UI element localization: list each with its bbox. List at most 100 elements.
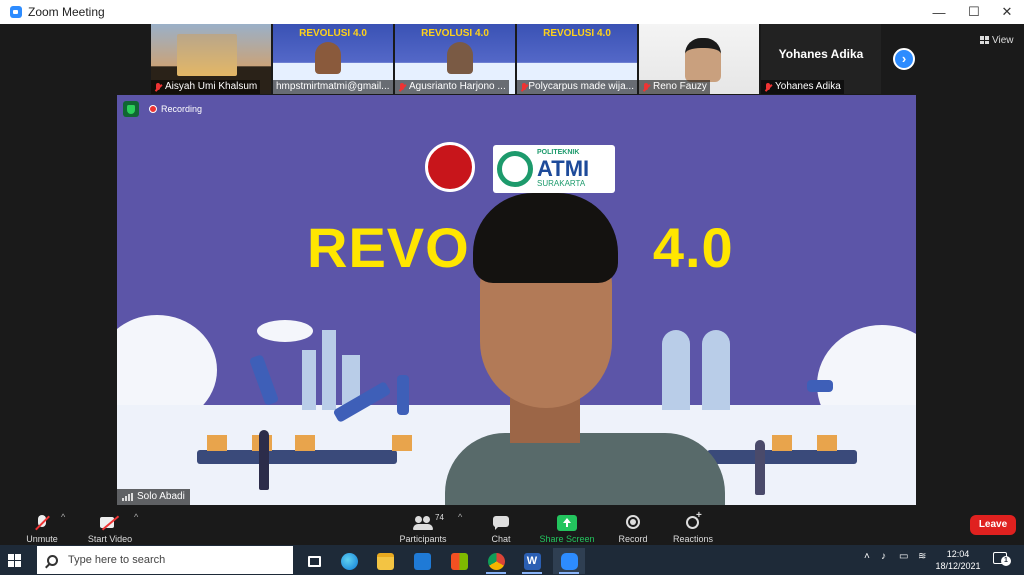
slide-title-start: REVO — [307, 216, 470, 279]
edge-icon[interactable] — [333, 548, 365, 574]
start-video-label: Start Video — [87, 534, 133, 544]
search-input[interactable] — [68, 554, 268, 566]
search-icon — [47, 554, 58, 566]
participants-options-caret[interactable]: ^ — [458, 512, 462, 522]
video-off-icon — [100, 515, 120, 531]
volume-icon[interactable]: ♪ — [881, 551, 886, 562]
logo-text-bottom: SURAKARTA — [537, 179, 586, 188]
maximize-button[interactable]: ☐ — [957, 0, 991, 24]
participants-button[interactable]: 74 Participants — [397, 508, 449, 544]
cloud-decoration — [257, 320, 313, 342]
conveyor-belt — [197, 450, 397, 464]
task-view-icon[interactable] — [298, 548, 330, 574]
participant-display-name: Yohanes Adika — [778, 47, 864, 61]
chrome-icon[interactable] — [480, 548, 512, 574]
share-screen-button[interactable]: Share Screen — [538, 508, 596, 544]
participants-label: Participants — [399, 534, 447, 544]
unmute-button[interactable]: Unmute — [22, 508, 62, 544]
store-icon[interactable] — [443, 548, 475, 574]
atmi-logo: POLITEKNIK ATMI SURAKARTA — [493, 145, 615, 193]
zoom-app-icon — [10, 6, 22, 18]
start-video-button[interactable]: Start Video — [86, 508, 134, 544]
participant-label: Reno Fauzy — [639, 80, 710, 94]
chat-button[interactable]: Chat — [484, 508, 518, 544]
participant-tile[interactable]: REVOLUSI 4.0 Agusrianto Harjono ... — [395, 24, 515, 94]
recording-indicator: Recording — [149, 104, 202, 114]
muted-mic-icon — [398, 82, 406, 92]
title-bar: Zoom Meeting — ☐ ✕ — [0, 0, 1024, 24]
participant-tile[interactable]: Yohanes Adika Yohanes Adika — [761, 24, 881, 94]
speaker-video — [445, 193, 725, 505]
muted-mic-icon — [154, 82, 162, 92]
reactions-icon — [683, 510, 703, 531]
meeting-toolbar: Unmute ^ Start Video ^ 74 Participants ^… — [0, 506, 1024, 545]
main-video[interactable]: Recording POLITEKNIK ATMI SURAKARTA REVO… — [117, 95, 916, 505]
clock-date: 18/12/2021 — [935, 561, 981, 571]
poster-title: REVOLUSI 4.0 — [421, 28, 489, 39]
zoom-icon[interactable] — [553, 548, 585, 574]
participant-name: Agusrianto Harjono ... — [409, 81, 506, 92]
mail-icon[interactable] — [406, 548, 438, 574]
recording-label: Recording — [161, 104, 203, 114]
cargo-box — [295, 435, 315, 451]
share-screen-icon — [557, 515, 577, 531]
participant-name: Yohanes Adika — [775, 81, 841, 92]
video-options-caret[interactable]: ^ — [134, 512, 138, 522]
wifi-icon[interactable]: ≋ — [918, 551, 926, 562]
record-button[interactable]: Record — [614, 508, 652, 544]
screen: Zoom Meeting — ☐ ✕ Aisyah Umi Khalsum RE… — [0, 0, 1024, 575]
participant-label: Aisyah Umi Khalsum — [151, 80, 261, 94]
record-dot-icon — [149, 105, 157, 113]
institution-seal-logo — [425, 142, 475, 192]
participant-label: Polycarpus made wija... — [517, 80, 637, 94]
battery-icon[interactable]: ▭ — [899, 551, 908, 562]
participant-label: Agusrianto Harjono ... — [395, 80, 509, 94]
clock-time: 12:04 — [946, 549, 970, 559]
audio-options-caret[interactable]: ^ — [61, 512, 65, 522]
robot-arm — [807, 380, 833, 392]
cargo-box — [207, 435, 227, 451]
participant-tile[interactable]: Reno Fauzy — [639, 24, 759, 94]
chevron-up-icon[interactable]: ˄ — [864, 551, 870, 562]
reactions-button[interactable]: Reactions — [670, 508, 716, 544]
share-screen-label: Share Screen — [539, 534, 595, 544]
factory-building — [322, 330, 336, 410]
reactions-label: Reactions — [672, 534, 714, 544]
view-button[interactable]: View — [980, 32, 1014, 48]
windows-taskbar: W ˄ ♪ ▭ ≋ 12:04 18/12/2021 1 — [0, 545, 1024, 575]
view-label: View — [992, 34, 1014, 46]
worker-figure — [755, 440, 765, 495]
next-page-button[interactable]: › — [893, 48, 915, 70]
muted-microphone-icon — [32, 515, 52, 531]
notification-icon[interactable]: 1 — [993, 552, 1011, 566]
robot-arm — [397, 375, 409, 415]
participant-tile[interactable]: REVOLUSI 4.0 hmpstmirtmatmi@gmail... — [273, 24, 393, 94]
record-icon — [623, 515, 643, 531]
word-icon[interactable]: W — [516, 548, 548, 574]
participant-video — [315, 42, 341, 74]
participant-video — [177, 34, 237, 76]
participant-tile[interactable]: REVOLUSI 4.0 Polycarpus made wija... — [517, 24, 637, 94]
logo-text-top: POLITEKNIK — [537, 149, 580, 156]
poster-title: REVOLUSI 4.0 — [543, 28, 611, 39]
leave-button[interactable]: Leave — [970, 515, 1016, 535]
cargo-box — [817, 435, 837, 451]
participant-label: hmpstmirtmatmi@gmail... — [273, 80, 393, 94]
speaker-name: Solo Abadi — [137, 491, 185, 502]
taskbar-search[interactable] — [37, 546, 293, 574]
participants-icon: 74 — [413, 513, 444, 531]
participant-name: Reno Fauzy — [653, 81, 707, 92]
taskbar-clock[interactable]: 12:04 18/12/2021 — [935, 548, 981, 572]
shield-icon[interactable] — [123, 101, 139, 117]
minimize-button[interactable]: — — [922, 0, 956, 24]
factory-building — [302, 350, 316, 410]
cargo-box — [392, 435, 412, 451]
close-button[interactable]: ✕ — [990, 0, 1024, 24]
windows-start-icon[interactable] — [8, 554, 21, 567]
participant-tile[interactable]: Aisyah Umi Khalsum — [151, 24, 271, 94]
muted-mic-icon — [520, 82, 527, 92]
cargo-box — [772, 435, 792, 451]
file-explorer-icon[interactable] — [369, 548, 401, 574]
meeting-area: Aisyah Umi Khalsum REVOLUSI 4.0 hmpstmir… — [5, 24, 1024, 506]
muted-mic-icon — [642, 82, 650, 92]
